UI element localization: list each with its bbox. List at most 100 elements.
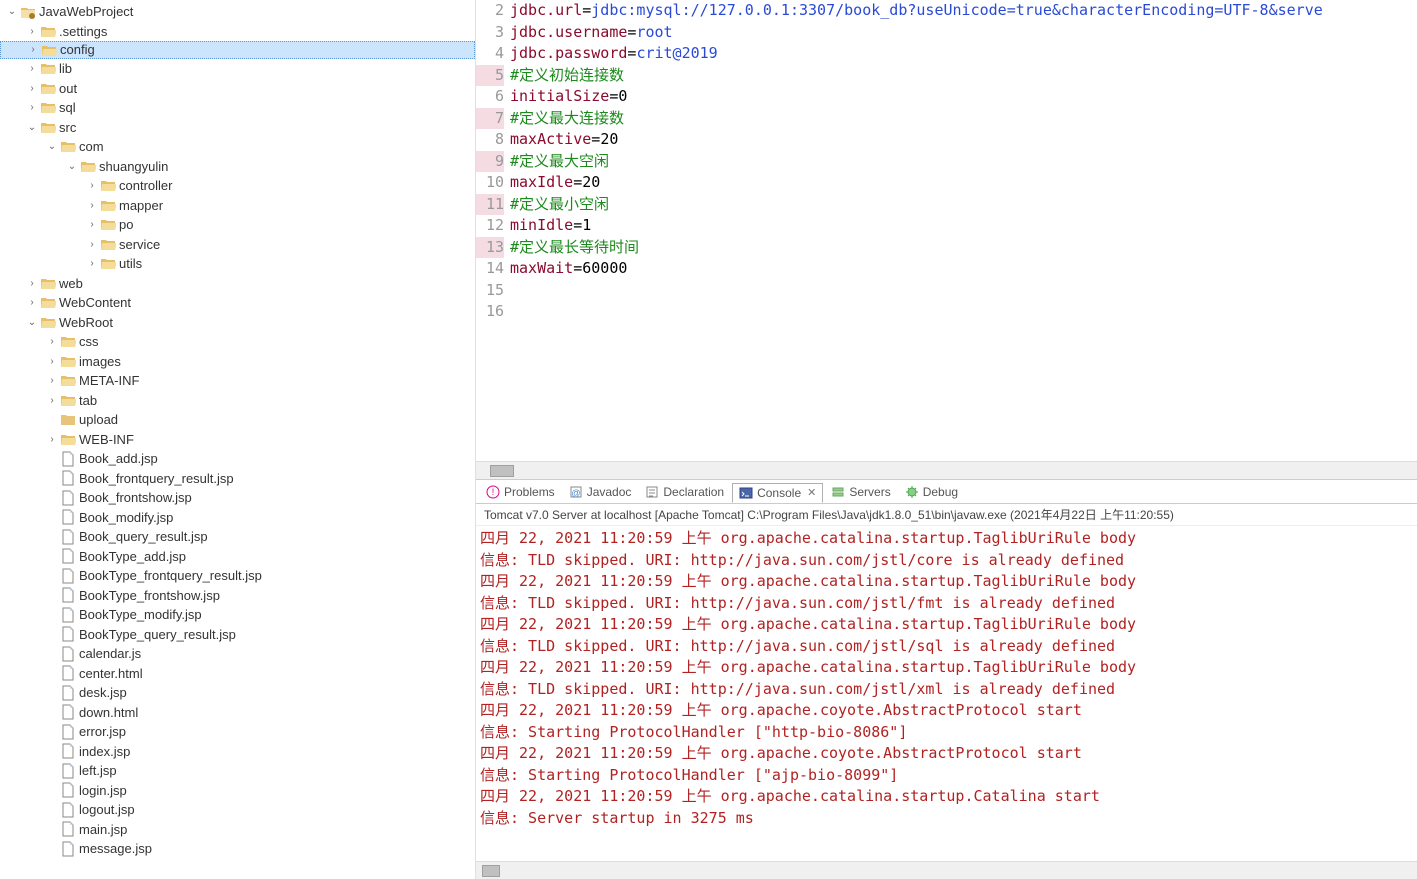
- chevron-down-icon[interactable]: ⌄: [44, 137, 60, 157]
- code-line[interactable]: maxWait=60000: [510, 258, 1417, 280]
- code-line[interactable]: [510, 280, 1417, 302]
- tree-item[interactable]: BookType_modify.jsp: [0, 605, 475, 625]
- tree-item[interactable]: BookType_frontquery_result.jsp: [0, 566, 475, 586]
- console-output[interactable]: 四月 22, 2021 11:20:59 上午 org.apache.catal…: [476, 526, 1417, 861]
- chevron-right-icon[interactable]: ›: [84, 215, 100, 235]
- bottom-tabbar[interactable]: !Problems@JavadocDeclarationConsole✕Serv…: [476, 480, 1417, 504]
- chevron-right-icon[interactable]: ›: [84, 254, 100, 274]
- tree-item[interactable]: ›config: [0, 41, 475, 59]
- scrollbar-thumb[interactable]: [490, 465, 514, 477]
- chevron-right-icon[interactable]: ›: [44, 430, 60, 450]
- tree-item[interactable]: Book_frontshow.jsp: [0, 488, 475, 508]
- tree-item[interactable]: BookType_add.jsp: [0, 547, 475, 567]
- tree-item[interactable]: ›mapper: [0, 196, 475, 216]
- chevron-right-icon[interactable]: ›: [44, 332, 60, 352]
- chevron-right-icon[interactable]: ›: [44, 391, 60, 411]
- tree-item[interactable]: upload: [0, 410, 475, 430]
- console-horizontal-scrollbar[interactable]: [476, 861, 1417, 879]
- tree-item[interactable]: center.html: [0, 664, 475, 684]
- chevron-right-icon[interactable]: ›: [24, 293, 40, 313]
- tree-item[interactable]: ›out: [0, 79, 475, 99]
- code-line[interactable]: jdbc.url=jdbc:mysql://127.0.0.1:3307/boo…: [510, 0, 1417, 22]
- tree-item[interactable]: ›.settings: [0, 22, 475, 42]
- chevron-down-icon[interactable]: ⌄: [4, 2, 20, 22]
- tab-problems[interactable]: !Problems: [480, 483, 561, 501]
- tree-item[interactable]: ⌄WebRoot: [0, 313, 475, 333]
- tree-item[interactable]: login.jsp: [0, 781, 475, 801]
- tree-item-label: tab: [79, 391, 97, 411]
- chevron-right-icon[interactable]: ›: [84, 176, 100, 196]
- tree-item[interactable]: ⌄com: [0, 137, 475, 157]
- code-line[interactable]: jdbc.password=crit@2019: [510, 43, 1417, 65]
- tree-item[interactable]: ›META-INF: [0, 371, 475, 391]
- code-line[interactable]: #定义初始连接数: [510, 65, 1417, 87]
- tree-item[interactable]: ⌄shuangyulin: [0, 157, 475, 177]
- chevron-down-icon[interactable]: ⌄: [64, 157, 80, 177]
- project-tree[interactable]: ⌄JavaWebProject›.settings›config›lib›out…: [0, 2, 475, 859]
- tree-item[interactable]: index.jsp: [0, 742, 475, 762]
- tree-item[interactable]: logout.jsp: [0, 800, 475, 820]
- code-editor[interactable]: 2345678910111213141516 jdbc.url=jdbc:mys…: [476, 0, 1417, 461]
- tree-item[interactable]: ›web: [0, 274, 475, 294]
- code-line[interactable]: minIdle=1: [510, 215, 1417, 237]
- tree-item[interactable]: error.jsp: [0, 722, 475, 742]
- tree-item[interactable]: Book_query_result.jsp: [0, 527, 475, 547]
- code-line[interactable]: [510, 301, 1417, 323]
- tree-item[interactable]: ›css: [0, 332, 475, 352]
- chevron-right-icon[interactable]: ›: [24, 22, 40, 42]
- tree-item[interactable]: › tab: [0, 391, 475, 411]
- chevron-right-icon[interactable]: ›: [44, 352, 60, 372]
- tree-item[interactable]: ›WEB-INF: [0, 430, 475, 450]
- code-line[interactable]: jdbc.username=root: [510, 22, 1417, 44]
- tree-item[interactable]: ›utils: [0, 254, 475, 274]
- tree-item[interactable]: message.jsp: [0, 839, 475, 859]
- code-line[interactable]: #定义最大连接数: [510, 108, 1417, 130]
- code-line[interactable]: #定义最小空闲: [510, 194, 1417, 216]
- code-line[interactable]: initialSize=0: [510, 86, 1417, 108]
- chevron-down-icon[interactable]: ⌄: [24, 313, 40, 333]
- tree-item[interactable]: ›images: [0, 352, 475, 372]
- tree-item[interactable]: calendar.js: [0, 644, 475, 664]
- close-icon[interactable]: ✕: [807, 486, 816, 499]
- tree-item[interactable]: BookType_frontshow.jsp: [0, 586, 475, 606]
- tree-item[interactable]: Book_frontquery_result.jsp: [0, 469, 475, 489]
- tree-item[interactable]: left.jsp: [0, 761, 475, 781]
- tree-item[interactable]: ›lib: [0, 59, 475, 79]
- scrollbar-thumb[interactable]: [482, 865, 500, 877]
- tree-item[interactable]: ⌄src: [0, 118, 475, 138]
- chevron-right-icon[interactable]: ›: [24, 274, 40, 294]
- tree-item[interactable]: ›sql: [0, 98, 475, 118]
- code-line[interactable]: #定义最长等待时间: [510, 237, 1417, 259]
- tree-item[interactable]: Book_add.jsp: [0, 449, 475, 469]
- chevron-right-icon[interactable]: ›: [25, 40, 41, 60]
- editor-content[interactable]: jdbc.url=jdbc:mysql://127.0.0.1:3307/boo…: [508, 0, 1417, 461]
- tree-item[interactable]: ›controller: [0, 176, 475, 196]
- code-line[interactable]: #定义最大空闲: [510, 151, 1417, 173]
- tab-debug[interactable]: Debug: [899, 483, 964, 501]
- tree-item[interactable]: Book_modify.jsp: [0, 508, 475, 528]
- tree-item[interactable]: ›service: [0, 235, 475, 255]
- code-line[interactable]: maxIdle=20: [510, 172, 1417, 194]
- tree-item[interactable]: desk.jsp: [0, 683, 475, 703]
- chevron-right-icon[interactable]: ›: [24, 59, 40, 79]
- tree-item[interactable]: BookType_query_result.jsp: [0, 625, 475, 645]
- folder-open-icon: [60, 334, 76, 350]
- tree-item[interactable]: ›po: [0, 215, 475, 235]
- project-explorer[interactable]: ⌄JavaWebProject›.settings›config›lib›out…: [0, 0, 476, 879]
- tab-javadoc[interactable]: @Javadoc: [563, 483, 638, 501]
- code-line[interactable]: maxActive=20: [510, 129, 1417, 151]
- tree-item[interactable]: ⌄JavaWebProject: [0, 2, 475, 22]
- tree-item[interactable]: down.html: [0, 703, 475, 723]
- chevron-down-icon[interactable]: ⌄: [24, 118, 40, 138]
- tab-console[interactable]: Console✕: [732, 483, 823, 503]
- chevron-right-icon[interactable]: ›: [44, 371, 60, 391]
- chevron-right-icon[interactable]: ›: [24, 98, 40, 118]
- tab-declaration[interactable]: Declaration: [639, 483, 730, 501]
- tree-item[interactable]: main.jsp: [0, 820, 475, 840]
- chevron-right-icon[interactable]: ›: [24, 79, 40, 99]
- editor-horizontal-scrollbar[interactable]: [476, 461, 1417, 479]
- tree-item[interactable]: ›WebContent: [0, 293, 475, 313]
- chevron-right-icon[interactable]: ›: [84, 196, 100, 216]
- chevron-right-icon[interactable]: ›: [84, 235, 100, 255]
- tab-servers[interactable]: Servers: [825, 483, 896, 501]
